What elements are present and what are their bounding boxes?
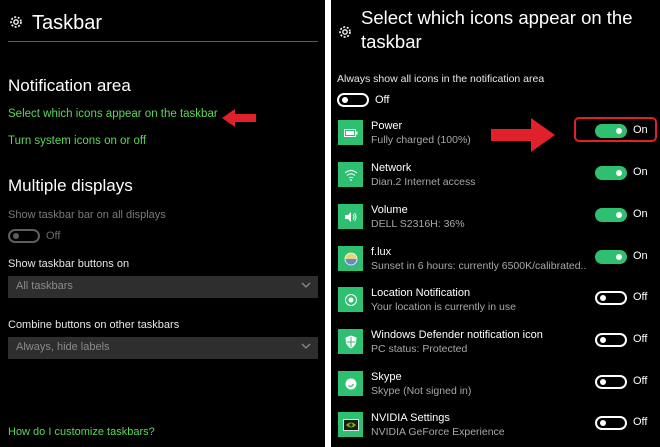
item-toggle[interactable]: [595, 208, 627, 222]
item-toggle-state: Off: [633, 375, 648, 387]
item-status: Your location is currently in use: [371, 301, 516, 313]
list-item: Skype Skype (Not signed in) Off: [331, 370, 660, 408]
item-name: NVIDIA Settings: [371, 412, 450, 424]
item-status: Dian.2 Internet access: [371, 176, 476, 188]
nvidia-icon: [338, 412, 363, 437]
item-name: Network: [371, 162, 412, 174]
speaker-icon: [338, 204, 363, 229]
flux-icon: [338, 246, 363, 271]
item-toggle-state: Off: [633, 416, 648, 428]
item-name: f.lux: [371, 246, 392, 258]
list-item: Windows Defender notification icon PC sta…: [331, 328, 660, 366]
chevron-down-icon: [301, 282, 311, 288]
item-toggle[interactable]: [595, 291, 627, 305]
select-icons-link[interactable]: Select which icons appear on the taskbar: [8, 108, 218, 120]
help-link[interactable]: How do I customize taskbars?: [8, 426, 155, 438]
battery-icon: [338, 120, 363, 145]
always-show-state: Off: [375, 94, 390, 106]
list-item: Network Dian.2 Internet access On: [331, 161, 660, 199]
item-status: PC status: Protected: [371, 343, 468, 355]
location-icon: [338, 287, 363, 312]
item-status: NVIDIA GeForce Experience: [371, 426, 505, 438]
item-name: Volume: [371, 204, 408, 216]
combine-value: Always, hide labels: [16, 341, 110, 353]
list-item: NVIDIA Settings NVIDIA GeForce Experience…: [331, 411, 660, 447]
item-status: DELL S2316H: 36%: [371, 218, 465, 230]
item-status: Skype (Not signed in): [371, 385, 472, 397]
select-icons-pane: Select which icons appear on the taskbar…: [331, 0, 660, 447]
item-toggle-state: On: [633, 208, 648, 220]
show-all-displays-toggle[interactable]: [8, 229, 40, 243]
divider: [8, 41, 318, 42]
system-icons-link[interactable]: Turn system icons on or off: [8, 135, 146, 147]
page-title: Taskbar: [32, 12, 103, 34]
combine-dropdown[interactable]: Always, hide labels: [8, 337, 318, 359]
red-arrow-left-icon: [222, 109, 256, 127]
gear-icon: [8, 14, 24, 30]
page-title: Select which icons appear on the taskbar: [361, 7, 633, 52]
item-toggle[interactable]: [595, 375, 627, 389]
buttons-on-dropdown[interactable]: All taskbars: [8, 276, 318, 298]
item-status: Sunset in 6 hours: currently 6500K/calib…: [371, 260, 586, 272]
gear-icon: [337, 24, 353, 40]
item-status: Fully charged (100%): [371, 134, 471, 146]
item-name: Skype: [371, 371, 402, 383]
wifi-icon: [338, 162, 363, 187]
item-toggle-state: On: [633, 250, 648, 262]
show-all-displays-state: Off: [46, 230, 61, 242]
item-toggle-state: Off: [633, 291, 648, 303]
always-show-toggle[interactable]: [337, 93, 369, 107]
shield-icon: [338, 329, 363, 354]
list-item: f.lux Sunset in 6 hours: currently 6500K/…: [331, 245, 660, 283]
item-name: Windows Defender notification icon: [371, 329, 543, 341]
notification-area-heading: Notification area: [8, 76, 131, 95]
item-name: Location Notification: [371, 287, 471, 299]
item-toggle[interactable]: [595, 124, 627, 138]
always-show-label: Always show all icons in the notificatio…: [337, 73, 545, 85]
item-toggle[interactable]: [595, 166, 627, 180]
combine-label: Combine buttons on other taskbars: [8, 319, 180, 331]
chevron-down-icon: [301, 343, 311, 349]
item-name: Power: [371, 120, 403, 132]
item-toggle-state: On: [633, 124, 648, 136]
show-all-displays-label: Show taskbar bar on all displays: [8, 209, 166, 221]
item-toggle[interactable]: [595, 416, 627, 430]
buttons-on-value: All taskbars: [16, 280, 73, 292]
taskbar-settings-pane: Taskbar Notification area Select which i…: [0, 0, 325, 447]
buttons-on-label: Show taskbar buttons on: [8, 258, 130, 270]
item-toggle-state: On: [633, 166, 648, 178]
skype-icon: [338, 371, 363, 396]
list-item: Volume DELL S2316H: 36% On: [331, 203, 660, 241]
item-toggle[interactable]: [595, 333, 627, 347]
multiple-displays-heading: Multiple displays: [8, 176, 133, 195]
list-item: Power Fully charged (100%) On: [331, 119, 660, 157]
list-item: Location Notification Your location is cu…: [331, 286, 660, 324]
item-toggle-state: Off: [633, 333, 648, 345]
item-toggle[interactable]: [595, 250, 627, 264]
